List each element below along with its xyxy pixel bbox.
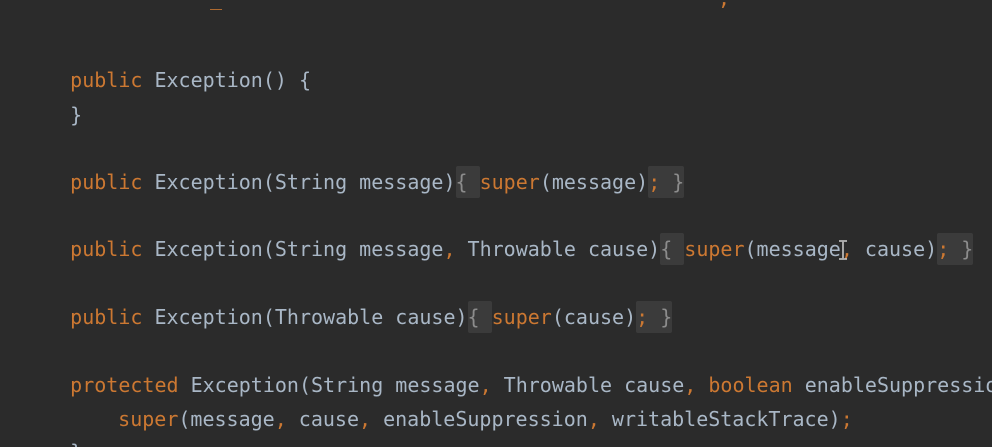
fold-open-brace: { <box>660 237 685 261</box>
keyword: public <box>70 170 143 194</box>
fold-close-brace: } <box>949 237 974 261</box>
code-line: protected Exception(String message, Thro… <box>22 349 992 397</box>
closing-brace: } <box>70 103 83 127</box>
code-text: Exception() { <box>142 68 311 92</box>
folded-region[interactable]: { <box>660 233 685 265</box>
call-args: (message) <box>539 170 649 194</box>
call-args: cause) <box>852 237 938 261</box>
code-line: public Exception(String message, Throwab… <box>22 213 974 265</box>
semicolon: ; <box>840 407 853 431</box>
keyword: super <box>118 407 179 431</box>
text-cursor-icon <box>839 240 847 260</box>
fold-close-brace: } <box>648 305 673 329</box>
fold-close-brace: } <box>660 170 685 194</box>
clipped-previous-line: _ , <box>0 0 992 10</box>
folded-region[interactable]: { <box>455 166 480 198</box>
folded-region[interactable]: ; } <box>648 166 685 198</box>
code-line: public Exception(Throwable cause){ super… <box>22 281 673 333</box>
comma: , <box>443 237 456 261</box>
clipped-glyph: , <box>718 0 730 10</box>
keyword: public <box>70 237 143 261</box>
folded-region[interactable]: { <box>467 301 492 333</box>
semicolon: ; <box>937 237 950 261</box>
semicolon: ; <box>648 170 661 194</box>
code-line: public Exception(String message){ super(… <box>22 146 685 198</box>
semicolon: ; <box>636 305 649 329</box>
fold-open-brace: { <box>455 170 480 194</box>
closing-brace: } <box>70 440 82 447</box>
code-line: } <box>22 79 82 127</box>
keyword: super <box>479 170 540 194</box>
call-args: (message <box>744 237 841 261</box>
keyword: public <box>70 305 143 329</box>
method-signature: Exception(String message <box>142 237 444 261</box>
comma: , <box>359 407 372 431</box>
method-signature: Throwable cause) <box>455 237 661 261</box>
call-args: enableSuppression <box>371 407 588 431</box>
comma: , <box>587 407 600 431</box>
code-line: } <box>22 416 82 447</box>
call-args: writableStackTrace) <box>599 407 841 431</box>
keyword: super <box>684 237 745 261</box>
folded-region[interactable]: ; } <box>937 233 974 265</box>
comma: , <box>274 407 287 431</box>
call-args: cause <box>286 407 360 431</box>
code-line: public Exception() { <box>22 44 311 92</box>
code-editor[interactable]: _ , public Exception() { } public Except… <box>0 0 992 447</box>
folded-region[interactable]: ; } <box>636 301 673 333</box>
fold-open-brace: { <box>467 305 492 329</box>
call-args: (cause) <box>551 305 637 329</box>
code-line: super(message, cause, enableSuppression,… <box>70 383 853 431</box>
keyword: super <box>491 305 552 329</box>
method-signature: Exception(Throwable cause) <box>142 305 468 329</box>
method-signature: Exception(String message) <box>142 170 456 194</box>
call-args: (message <box>178 407 275 431</box>
clipped-glyph: _ <box>210 0 224 10</box>
